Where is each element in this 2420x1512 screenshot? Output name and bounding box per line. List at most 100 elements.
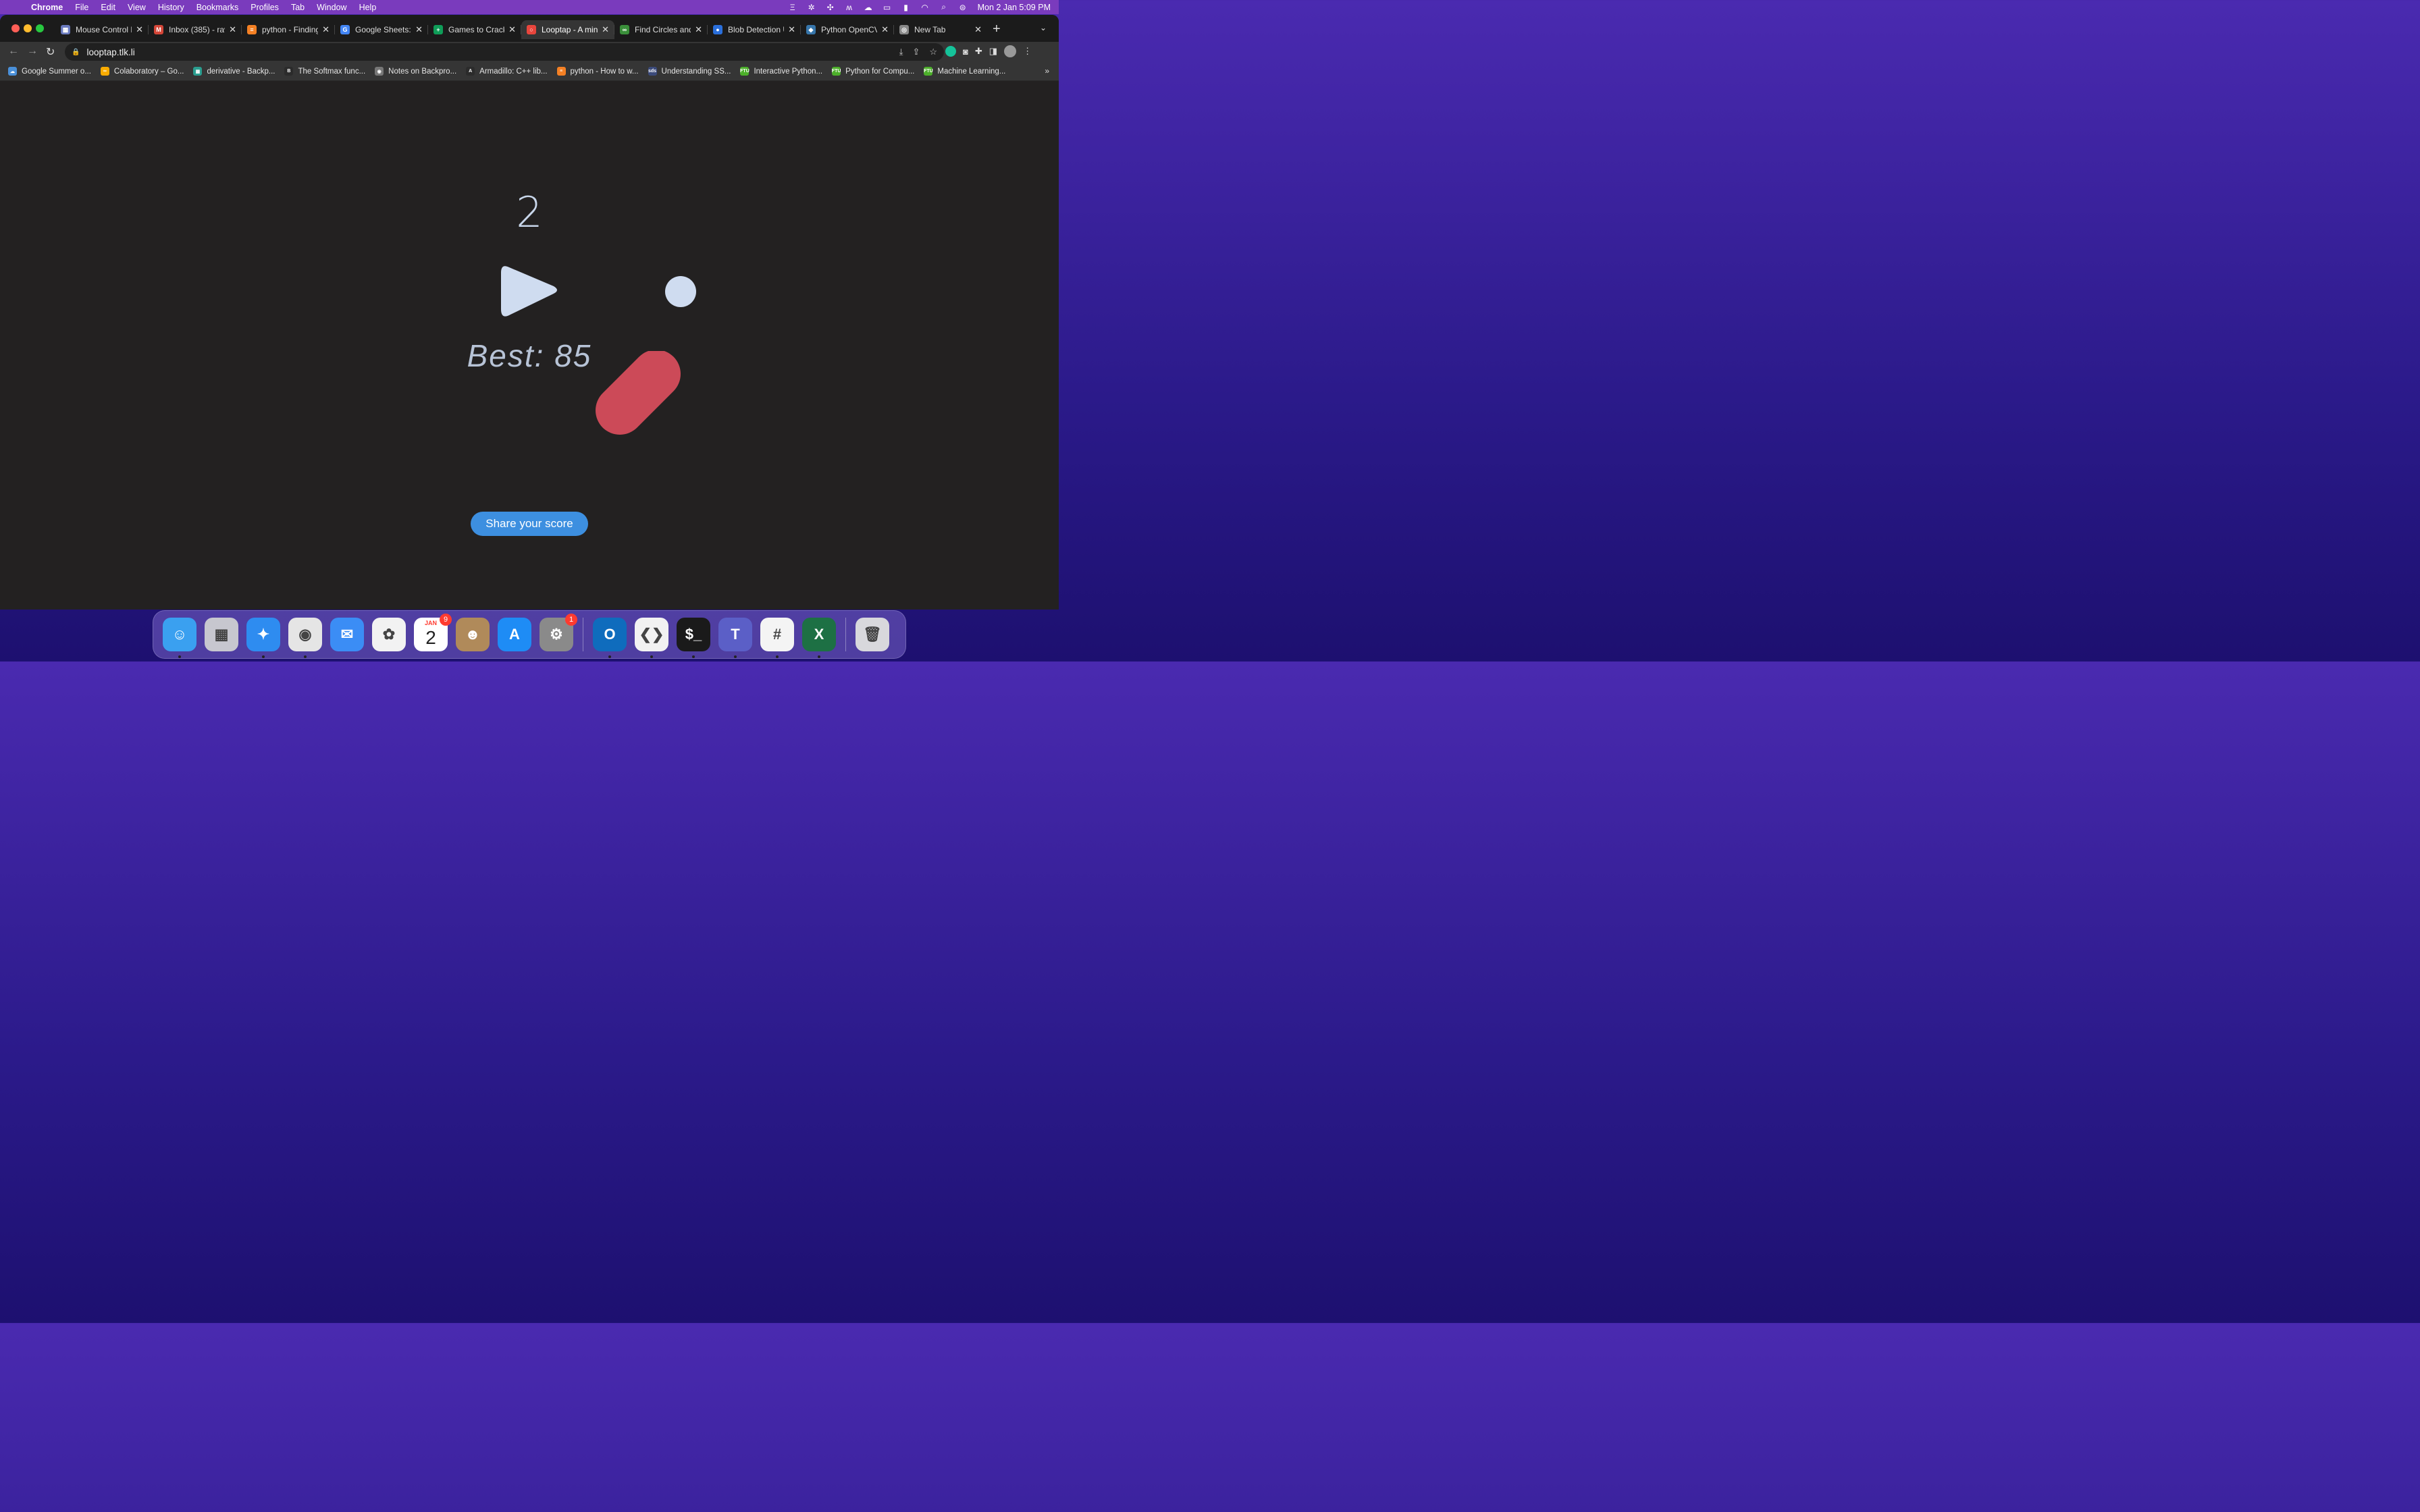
creative-cloud-icon[interactable]: ✣ (821, 3, 840, 12)
menu-app-name[interactable]: Chrome (27, 3, 69, 12)
control-center-icon[interactable]: ⊜ (953, 3, 972, 12)
cloud-sync-icon[interactable]: ☁ (859, 3, 878, 12)
menu-help[interactable]: Help (353, 3, 383, 12)
tab-close-icon[interactable]: ✕ (322, 24, 330, 35)
wifi-icon[interactable]: ◠ (916, 3, 935, 12)
more-bookmarks-chevron-icon[interactable]: » (1045, 66, 1049, 76)
tab-close-icon[interactable]: ✕ (136, 24, 143, 35)
grammarly-icon[interactable]: ✲ (802, 3, 821, 12)
share-icon[interactable]: ⇪ (912, 47, 920, 57)
bookmark-star-icon[interactable]: ☆ (929, 47, 937, 57)
tab-close-icon[interactable]: ✕ (881, 24, 889, 35)
chrome-icon[interactable]: ◉ (288, 618, 322, 658)
bookmark-4[interactable]: ◉ Notes on Backpro... (375, 67, 456, 76)
lock-icon[interactable]: 🔒 (72, 49, 80, 56)
menu-view[interactable]: View (122, 3, 152, 12)
new-tab-plus-icon[interactable]: + (993, 22, 1001, 37)
tab-0[interactable]: ▦ Mouse Control F ✕ (55, 20, 149, 39)
tab-search-chevron-icon[interactable]: ⌄ (1040, 23, 1047, 32)
tab-6[interactable]: ∞ Find Circles and ✕ (614, 20, 708, 39)
bookmark-title: The Softmax func... (298, 67, 366, 76)
game-page[interactable]: 2 Best: 85 Share your score (0, 81, 1059, 610)
bookmark-title: Interactive Python... (754, 67, 823, 76)
system-settings-icon[interactable]: ⚙ 1 (540, 614, 577, 651)
logi-icon[interactable]: ʍ (840, 3, 859, 12)
outlook-icon[interactable]: O (593, 618, 627, 658)
profile-avatar[interactable] (1004, 45, 1017, 57)
menu-window[interactable]: Window (311, 3, 352, 12)
reload-icon[interactable]: ↻ (46, 45, 55, 59)
bookmark-7[interactable]: sds Understanding SS... (648, 67, 731, 76)
app-store-icon[interactable]: A (498, 618, 531, 651)
screenshot-extension-icon[interactable]: ◙ (963, 47, 968, 57)
menu-bookmarks[interactable]: Bookmarks (190, 3, 245, 12)
chrome-menu-icon[interactable]: ⋮ (1023, 46, 1032, 57)
tab-close-icon[interactable]: ✕ (695, 24, 702, 35)
teams-icon[interactable]: T (718, 618, 752, 658)
side-panel-icon[interactable]: ◨ (989, 46, 997, 57)
extensions-area: ◙ ✚ ◨ ⋮ (945, 45, 1032, 57)
grammarly-extension-icon[interactable] (945, 46, 956, 57)
bookmark-8[interactable]: FTU Interactive Python... (740, 67, 822, 76)
tab-close-icon[interactable]: ✕ (229, 24, 236, 35)
vscode-icon[interactable]: ❮❯ (635, 618, 668, 658)
url-text[interactable]: looptap.tlk.li (86, 47, 134, 57)
dock: ☺ ▦ ✦ ◉ ✉ ✿ JAN 2 9 ☻ A ⚙ 1 O ❮❯ $_ T # X 🗑 (153, 610, 906, 659)
bookmark-3[interactable]: B The Softmax func... (284, 67, 365, 76)
address-bar[interactable]: 🔒 looptap.tlk.li ⤓ ⇪ ☆ (65, 43, 944, 61)
menu-file[interactable]: File (69, 3, 95, 12)
tab-close-icon[interactable]: ✕ (602, 24, 609, 35)
forward-arrow-icon[interactable]: → (27, 45, 38, 57)
launchpad-icon[interactable]: ▦ (205, 618, 238, 651)
finder-icon[interactable]: ☺ (163, 618, 196, 658)
spotlight-icon[interactable]: ⌕ (935, 2, 953, 12)
bookmark-2[interactable]: ▦ derivative - Backp... (193, 67, 275, 76)
bookmark-favicon-icon: FTU (740, 67, 749, 76)
menu-tab[interactable]: Tab (285, 3, 311, 12)
bookmark-0[interactable]: ☁ Google Summer o... (8, 67, 91, 76)
menu-clock[interactable]: Mon 2 Jan 5:09 PM (972, 3, 1051, 12)
display-icon[interactable]: ▭ (878, 3, 897, 12)
tab-5[interactable]: ○ Looptap - A mini ✕ (521, 20, 614, 39)
elevenlabs-icon[interactable]: Ξ (783, 3, 802, 12)
mail-icon[interactable]: ✉ (330, 618, 364, 651)
tab-3[interactable]: G Google Sheets: C ✕ (335, 20, 428, 39)
terminal-icon[interactable]: $_ (677, 618, 710, 658)
battery-icon[interactable]: ▮ (897, 3, 916, 12)
tab-close-icon[interactable]: ✕ (788, 24, 795, 35)
menu-history[interactable]: History (152, 3, 190, 12)
close-window-button[interactable] (11, 24, 20, 32)
fullscreen-window-button[interactable] (36, 24, 44, 32)
extensions-puzzle-icon[interactable]: ✚ (975, 46, 982, 57)
minimize-window-button[interactable] (24, 24, 32, 32)
bookmark-10[interactable]: FTU Machine Learning... (924, 67, 1005, 76)
excel-icon[interactable]: X (802, 618, 836, 658)
tab-2[interactable]: ≡ python - Finding ✕ (242, 20, 335, 39)
back-arrow-icon[interactable]: ← (8, 45, 19, 57)
tab-4[interactable]: + Games to Crack ✕ (428, 20, 521, 39)
dock-glyph: ✉ (340, 626, 354, 643)
photos-icon[interactable]: ✿ (372, 618, 406, 651)
install-app-icon[interactable]: ⤓ (899, 47, 903, 57)
bookmark-5[interactable]: A Armadillo: C++ lib... (466, 67, 548, 76)
play-icon[interactable] (500, 262, 560, 323)
trash-icon[interactable]: 🗑 (856, 618, 889, 651)
tab-9[interactable]: ◎ New Tab ✕ (894, 20, 987, 39)
menu-profiles[interactable]: Profiles (244, 3, 285, 12)
calendar-icon[interactable]: JAN 2 9 (414, 614, 452, 651)
tab-7[interactable]: ● Blob Detection U ✕ (708, 20, 801, 39)
tab-close-icon[interactable]: ✕ (974, 24, 982, 35)
share-score-button[interactable]: Share your score (471, 512, 588, 536)
menu-edit[interactable]: Edit (95, 3, 122, 12)
slack-icon[interactable]: # (760, 618, 794, 658)
dock-glyph: 🗑 (863, 626, 882, 643)
bookmark-9[interactable]: FTU Python for Compu... (832, 67, 914, 76)
tab-close-icon[interactable]: ✕ (415, 24, 423, 35)
bookmark-1[interactable]: ∞ Colaboratory – Go... (100, 67, 184, 76)
contacts-icon[interactable]: ☻ (456, 618, 490, 651)
tab-close-icon[interactable]: ✕ (508, 24, 516, 35)
tab-1[interactable]: M Inbox (385) - rav ✕ (149, 20, 242, 39)
bookmark-6[interactable]: ≡ python - How to w... (556, 67, 639, 76)
tab-8[interactable]: ◆ Python OpenCV ✕ (801, 20, 894, 39)
safari-icon[interactable]: ✦ (246, 618, 280, 658)
